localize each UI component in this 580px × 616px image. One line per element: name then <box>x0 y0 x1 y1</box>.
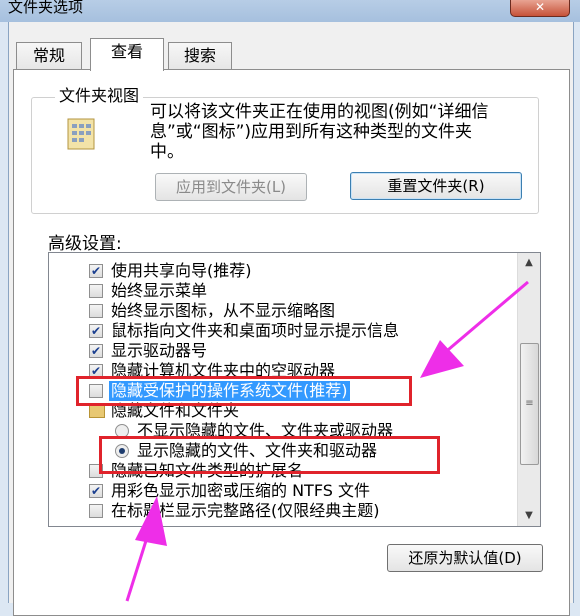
annotation-arrow-icon <box>420 280 529 378</box>
list-item-label: 使用共享向导(推荐) <box>111 261 252 280</box>
annotation-box <box>76 376 412 406</box>
tab-label: 常规 <box>32 46 65 65</box>
folder-views-label: 文件夹视图 <box>55 82 144 106</box>
checkbox[interactable]: ✔ <box>89 344 103 358</box>
tab-search[interactable]: 搜索 <box>168 42 232 69</box>
advanced-settings-label: 高级设置: <box>48 234 122 254</box>
window-title: 文件夹选项 <box>8 0 84 16</box>
checkbox[interactable] <box>89 304 103 318</box>
folder-views-description: 可以将该文件夹正在使用的视图(例如“详细信 息”或“图标”)应用到所有这种类型的… <box>150 102 489 162</box>
checkbox[interactable]: ✔ <box>89 264 103 278</box>
apply-to-folders-button[interactable]: 应用到文件夹(L) <box>155 173 307 201</box>
list-item-label: 鼠标指向文件夹和桌面项时显示提示信息 <box>111 321 400 340</box>
checkbox[interactable] <box>89 284 103 298</box>
title-bar: 文件夹选项 ✕ <box>0 0 580 22</box>
tab-view[interactable]: 查看 <box>90 38 164 71</box>
tab-label: 查看 <box>110 42 143 61</box>
scroll-down-icon[interactable]: ▼ <box>518 506 540 526</box>
list-item-label: 显示驱动器号 <box>111 341 208 360</box>
checkbox[interactable] <box>89 504 103 518</box>
close-icon: ✕ <box>534 0 546 14</box>
folder-view-icon <box>67 118 95 150</box>
restore-defaults-button[interactable]: 还原为默认值(D) <box>387 544 543 572</box>
tab-label: 搜索 <box>183 46 216 65</box>
folder-icon <box>89 405 105 418</box>
checkbox[interactable]: ✔ <box>89 484 103 498</box>
tab-general[interactable]: 常规 <box>16 42 82 69</box>
annotation-arrow-icon <box>125 496 167 602</box>
checkbox[interactable]: ✔ <box>89 324 103 338</box>
reset-folders-button[interactable]: 重置文件夹(R) <box>350 172 522 200</box>
annotation-box <box>99 436 440 474</box>
list-item-label: 始终显示菜单 <box>111 281 208 300</box>
list-item-label: 始终显示图标，从不显示缩略图 <box>111 301 336 320</box>
close-button[interactable]: ✕ <box>510 0 570 17</box>
